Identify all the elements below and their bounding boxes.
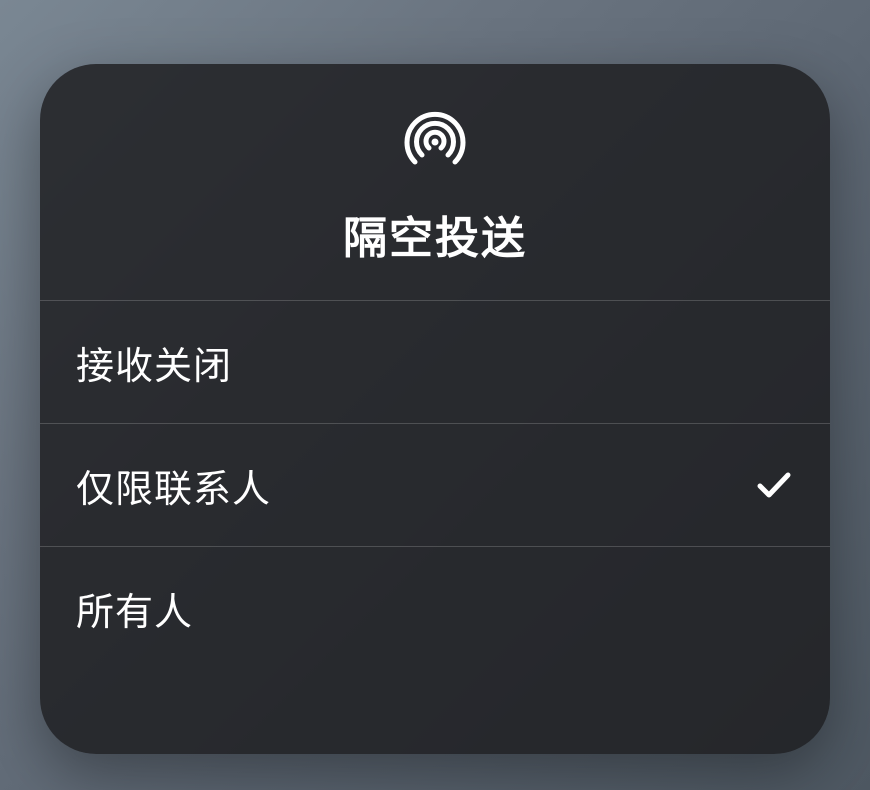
airdrop-panel: 隔空投送 接收关闭 仅限联系人 所有人	[40, 64, 830, 754]
options-list: 接收关闭 仅限联系人 所有人	[40, 300, 830, 669]
option-contacts-only[interactable]: 仅限联系人	[40, 423, 830, 546]
panel-title: 隔空投送	[343, 202, 527, 266]
airdrop-icon	[399, 106, 471, 178]
option-label: 接收关闭	[76, 335, 232, 390]
option-label: 仅限联系人	[76, 458, 271, 513]
option-label: 所有人	[76, 581, 193, 636]
checkmark-icon	[754, 465, 794, 505]
option-receiving-off[interactable]: 接收关闭	[40, 300, 830, 423]
panel-header: 隔空投送	[40, 64, 830, 300]
option-everyone[interactable]: 所有人	[40, 546, 830, 669]
